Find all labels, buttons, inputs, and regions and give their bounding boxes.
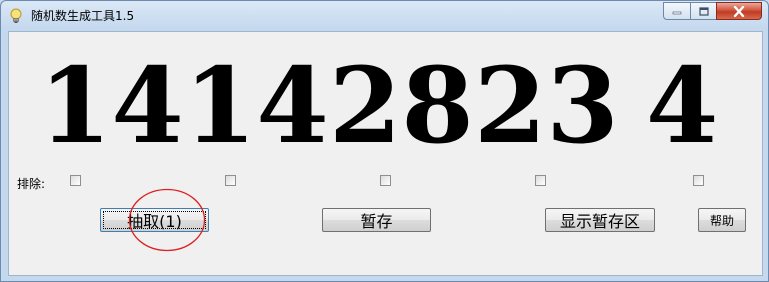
number-display-2: 14: [184, 44, 329, 167]
exclude-checkbox-5[interactable]: [693, 175, 704, 186]
window-title: 随机数生成工具1.5: [31, 9, 135, 23]
caption-buttons: [663, 2, 762, 20]
close-icon: [733, 5, 745, 17]
number-display-3: 28: [329, 44, 474, 167]
help-button[interactable]: 帮助: [698, 208, 746, 232]
maximize-icon: [698, 6, 709, 16]
exclude-checkbox-4[interactable]: [535, 175, 546, 186]
minimize-button[interactable]: [663, 2, 690, 20]
show-stash-button[interactable]: 显示暂存区: [545, 208, 655, 232]
number-display-5: 4: [646, 44, 719, 167]
main-panel: 14 14 28 23 4 排除: 抽取(1) 暂存 显示暂存区 帮助: [8, 31, 763, 276]
exclude-label: 排除:: [17, 177, 46, 191]
draw-button[interactable]: 抽取(1): [100, 208, 209, 232]
lightbulb-icon: [10, 8, 22, 23]
number-display-4: 23: [474, 44, 619, 167]
exclude-checkbox-3[interactable]: [380, 175, 391, 186]
maximize-button[interactable]: [690, 2, 716, 20]
exclude-checkbox-2[interactable]: [225, 175, 236, 186]
exclude-checkbox-1[interactable]: [70, 175, 81, 186]
title-bar[interactable]: 随机数生成工具1.5: [1, 1, 768, 31]
stash-button[interactable]: 暂存: [322, 208, 431, 232]
close-button[interactable]: [716, 2, 762, 20]
number-display-1: 14: [39, 44, 184, 167]
minimize-icon: [672, 11, 682, 15]
app-window: 随机数生成工具1.5 14 14 28 23 4 排除: 抽取(1) 暂存 显示…: [0, 0, 769, 282]
